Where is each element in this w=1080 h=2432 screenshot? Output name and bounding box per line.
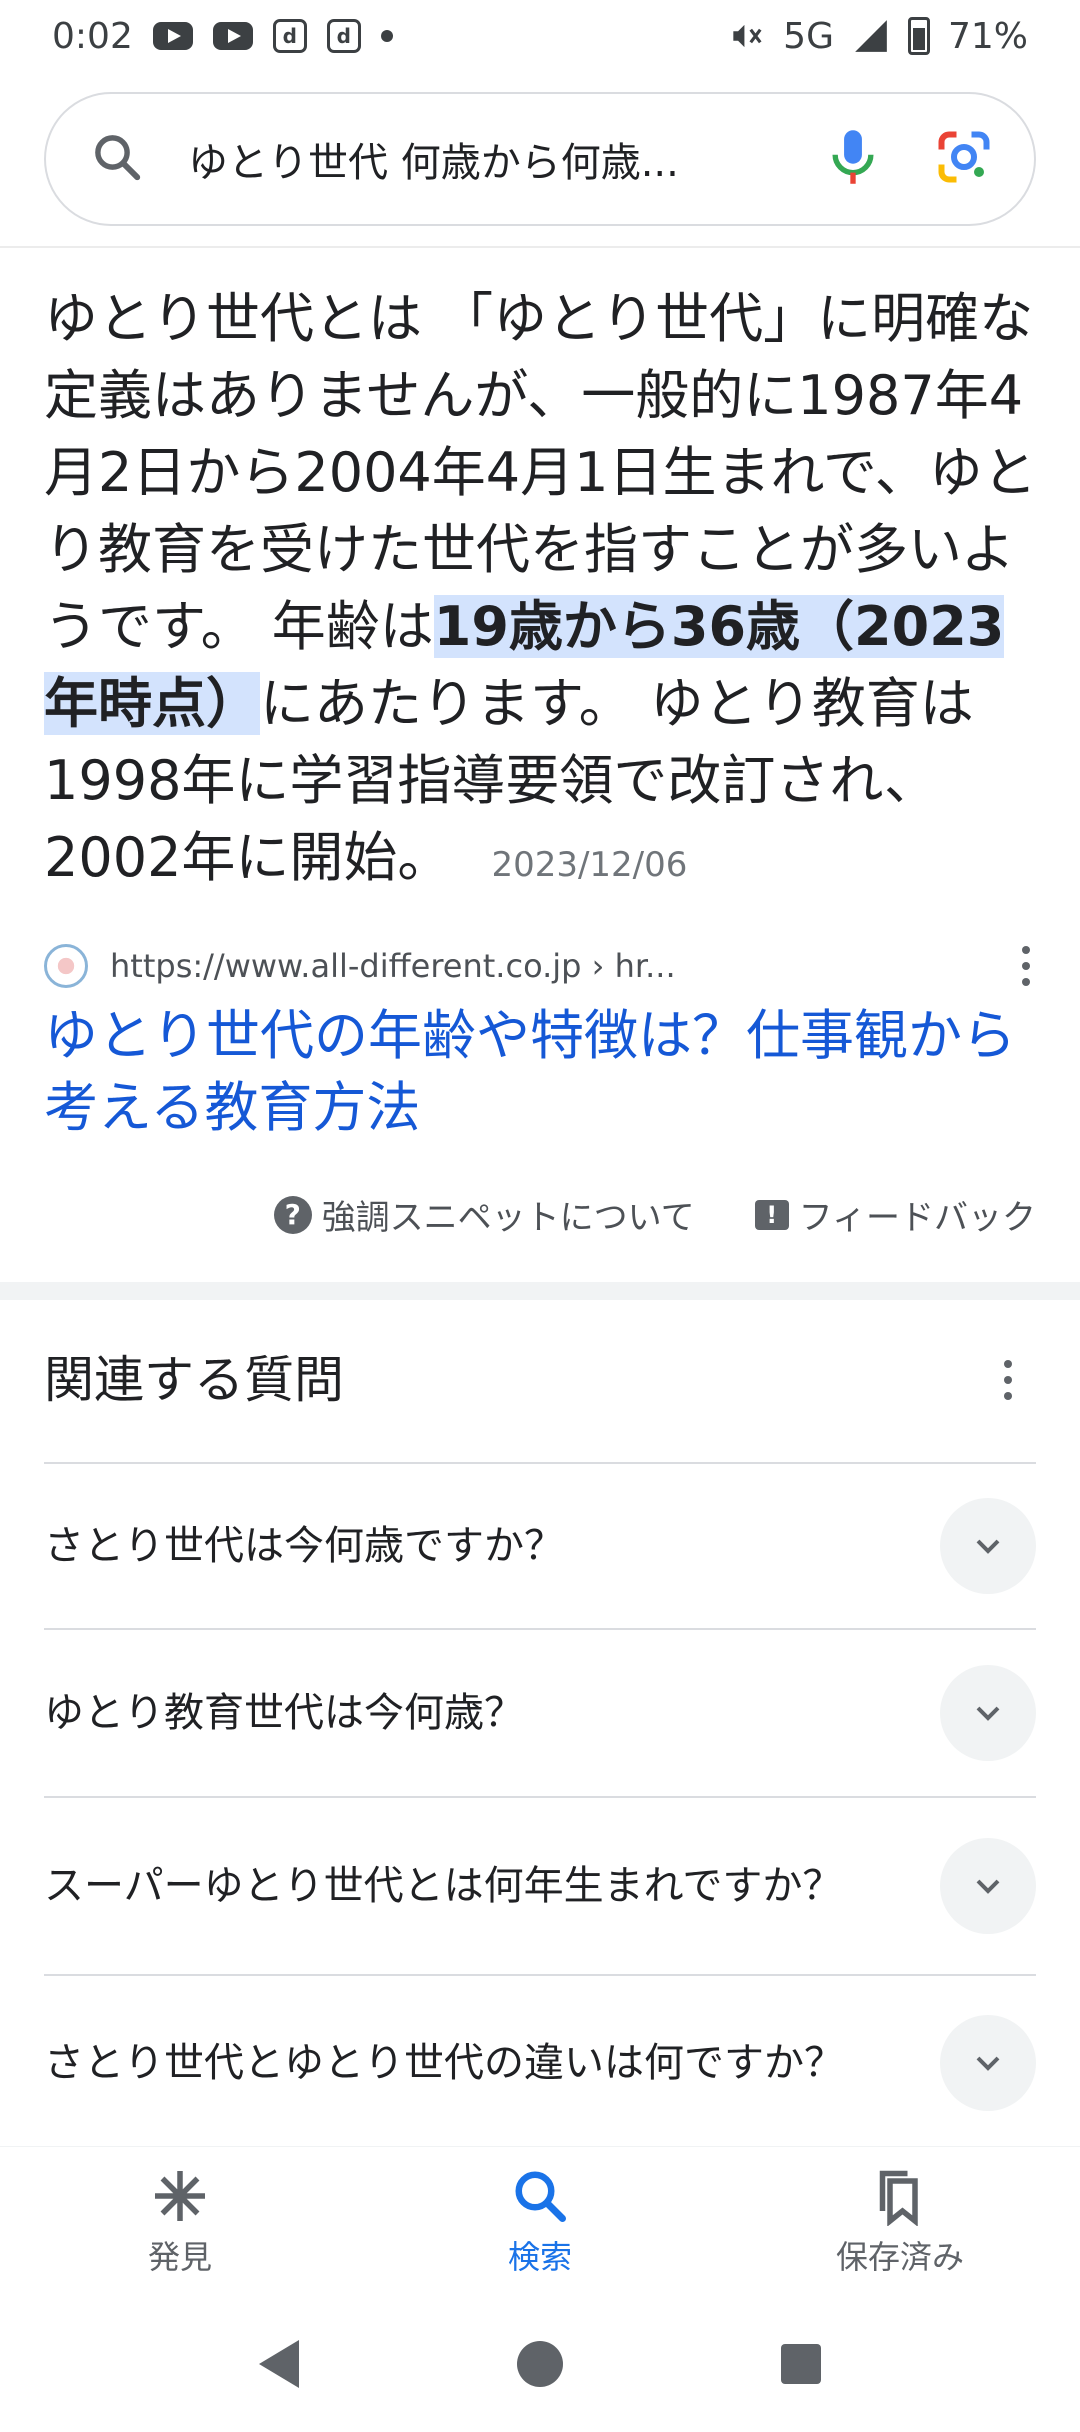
about-label: 強調スニペットについて — [321, 1198, 695, 1238]
battery-icon — [907, 17, 930, 55]
status-time: 0:02 — [52, 15, 133, 57]
youtube-notification-icon — [212, 22, 253, 50]
source-url[interactable]: https://www.all-different.co.jp › hr... — [110, 947, 676, 985]
chevron-down-icon[interactable] — [940, 1838, 1036, 1934]
more-notifications-dot-icon — [380, 30, 393, 42]
result-title-link[interactable]: ゆとり世代の年齢や特徴は？仕事観から考える教育方法 — [44, 1000, 1040, 1144]
network-type: 5G — [783, 15, 834, 57]
bottom-navigation: 発見 検索 保存済み — [0, 2146, 1080, 2296]
nav-search[interactable]: 検索 — [360, 2147, 720, 2296]
more-options-icon[interactable] — [1012, 946, 1040, 986]
related-more-options-icon[interactable] — [994, 1360, 1022, 1400]
question-text: さとり世代は今何歳ですか？ — [44, 1523, 564, 1569]
chevron-down-icon[interactable] — [940, 1498, 1036, 1594]
question-text: スーパーゆとり世代とは何年生まれですか？ — [44, 1863, 843, 1909]
home-icon[interactable] — [517, 2341, 563, 2387]
chevron-down-icon[interactable] — [940, 1665, 1036, 1761]
tiktok-notification-icon: d — [272, 19, 307, 53]
search-bar[interactable]: ゆとり世代 何歳から何歳... — [44, 92, 1036, 226]
search-input[interactable]: ゆとり世代 何歳から何歳... — [188, 130, 826, 188]
help-icon: ? — [273, 1195, 312, 1234]
battery-level: 71% — [947, 15, 1028, 57]
about-featured-snippet-link[interactable]: ? 強調スニペットについて — [273, 1190, 695, 1239]
google-lens-icon[interactable] — [934, 127, 994, 191]
nav-saved-label: 保存済み — [835, 2237, 964, 2276]
asterisk-icon — [155, 2170, 205, 2221]
search-icon — [90, 130, 144, 188]
mute-icon — [733, 24, 762, 48]
section-separator — [0, 1282, 1080, 1300]
source-row: https://www.all-different.co.jp › hr... — [44, 944, 1040, 988]
youtube-notification-icon — [152, 22, 193, 50]
question-text: さとり世代とゆとり世代の違いは何ですか？ — [44, 2040, 844, 2086]
nav-discover[interactable]: 発見 — [0, 2147, 360, 2296]
related-question-item[interactable]: さとり世代は今何歳ですか？ — [44, 1462, 1036, 1628]
bookmarks-icon — [879, 2170, 918, 2226]
voice-search-icon[interactable] — [826, 128, 880, 190]
divider — [0, 246, 1080, 248]
recent-apps-icon[interactable] — [781, 2344, 821, 2384]
featured-snippet: ゆとり世代とは 「ゆとり世代」に明確な定義はありませんが、一般的に1987年4月… — [44, 280, 1040, 904]
signal-icon — [855, 20, 887, 52]
back-icon[interactable] — [259, 2340, 299, 2388]
status-bar: 0:02 d d 5G 71% — [0, 0, 1080, 72]
related-questions-title: 関連する質問 — [44, 1351, 344, 1409]
snippet-footer: ? 強調スニペットについて ! フィードバック — [273, 1190, 1036, 1239]
related-question-item[interactable]: さとり世代とゆとり世代の違いは何ですか？ — [44, 1974, 1036, 2150]
tiktok-notification-icon: d — [326, 19, 361, 53]
feedback-label: フィードバック — [798, 1198, 1036, 1238]
nav-search-label: 検索 — [507, 2237, 572, 2276]
search-icon — [515, 2171, 566, 2222]
feedback-link[interactable]: ! フィードバック — [754, 1190, 1036, 1239]
system-navigation-bar — [0, 2296, 1080, 2432]
related-questions-list: さとり世代は今何歳ですか？ ゆとり教育世代は今何歳？ スーパーゆとり世代とは何年… — [44, 1462, 1036, 2150]
feedback-icon: ! — [754, 1199, 789, 1230]
related-question-item[interactable]: ゆとり教育世代は今何歳？ — [44, 1628, 1036, 1796]
related-question-item[interactable]: スーパーゆとり世代とは何年生まれですか？ — [44, 1796, 1036, 1974]
question-text: ゆとり教育世代は今何歳？ — [44, 1690, 524, 1736]
chevron-down-icon[interactable] — [940, 2015, 1036, 2111]
site-favicon-icon — [44, 944, 88, 988]
nav-discover-label: 発見 — [147, 2237, 212, 2276]
snippet-date: 2023/12/06 — [491, 845, 688, 885]
nav-saved[interactable]: 保存済み — [720, 2147, 1080, 2296]
